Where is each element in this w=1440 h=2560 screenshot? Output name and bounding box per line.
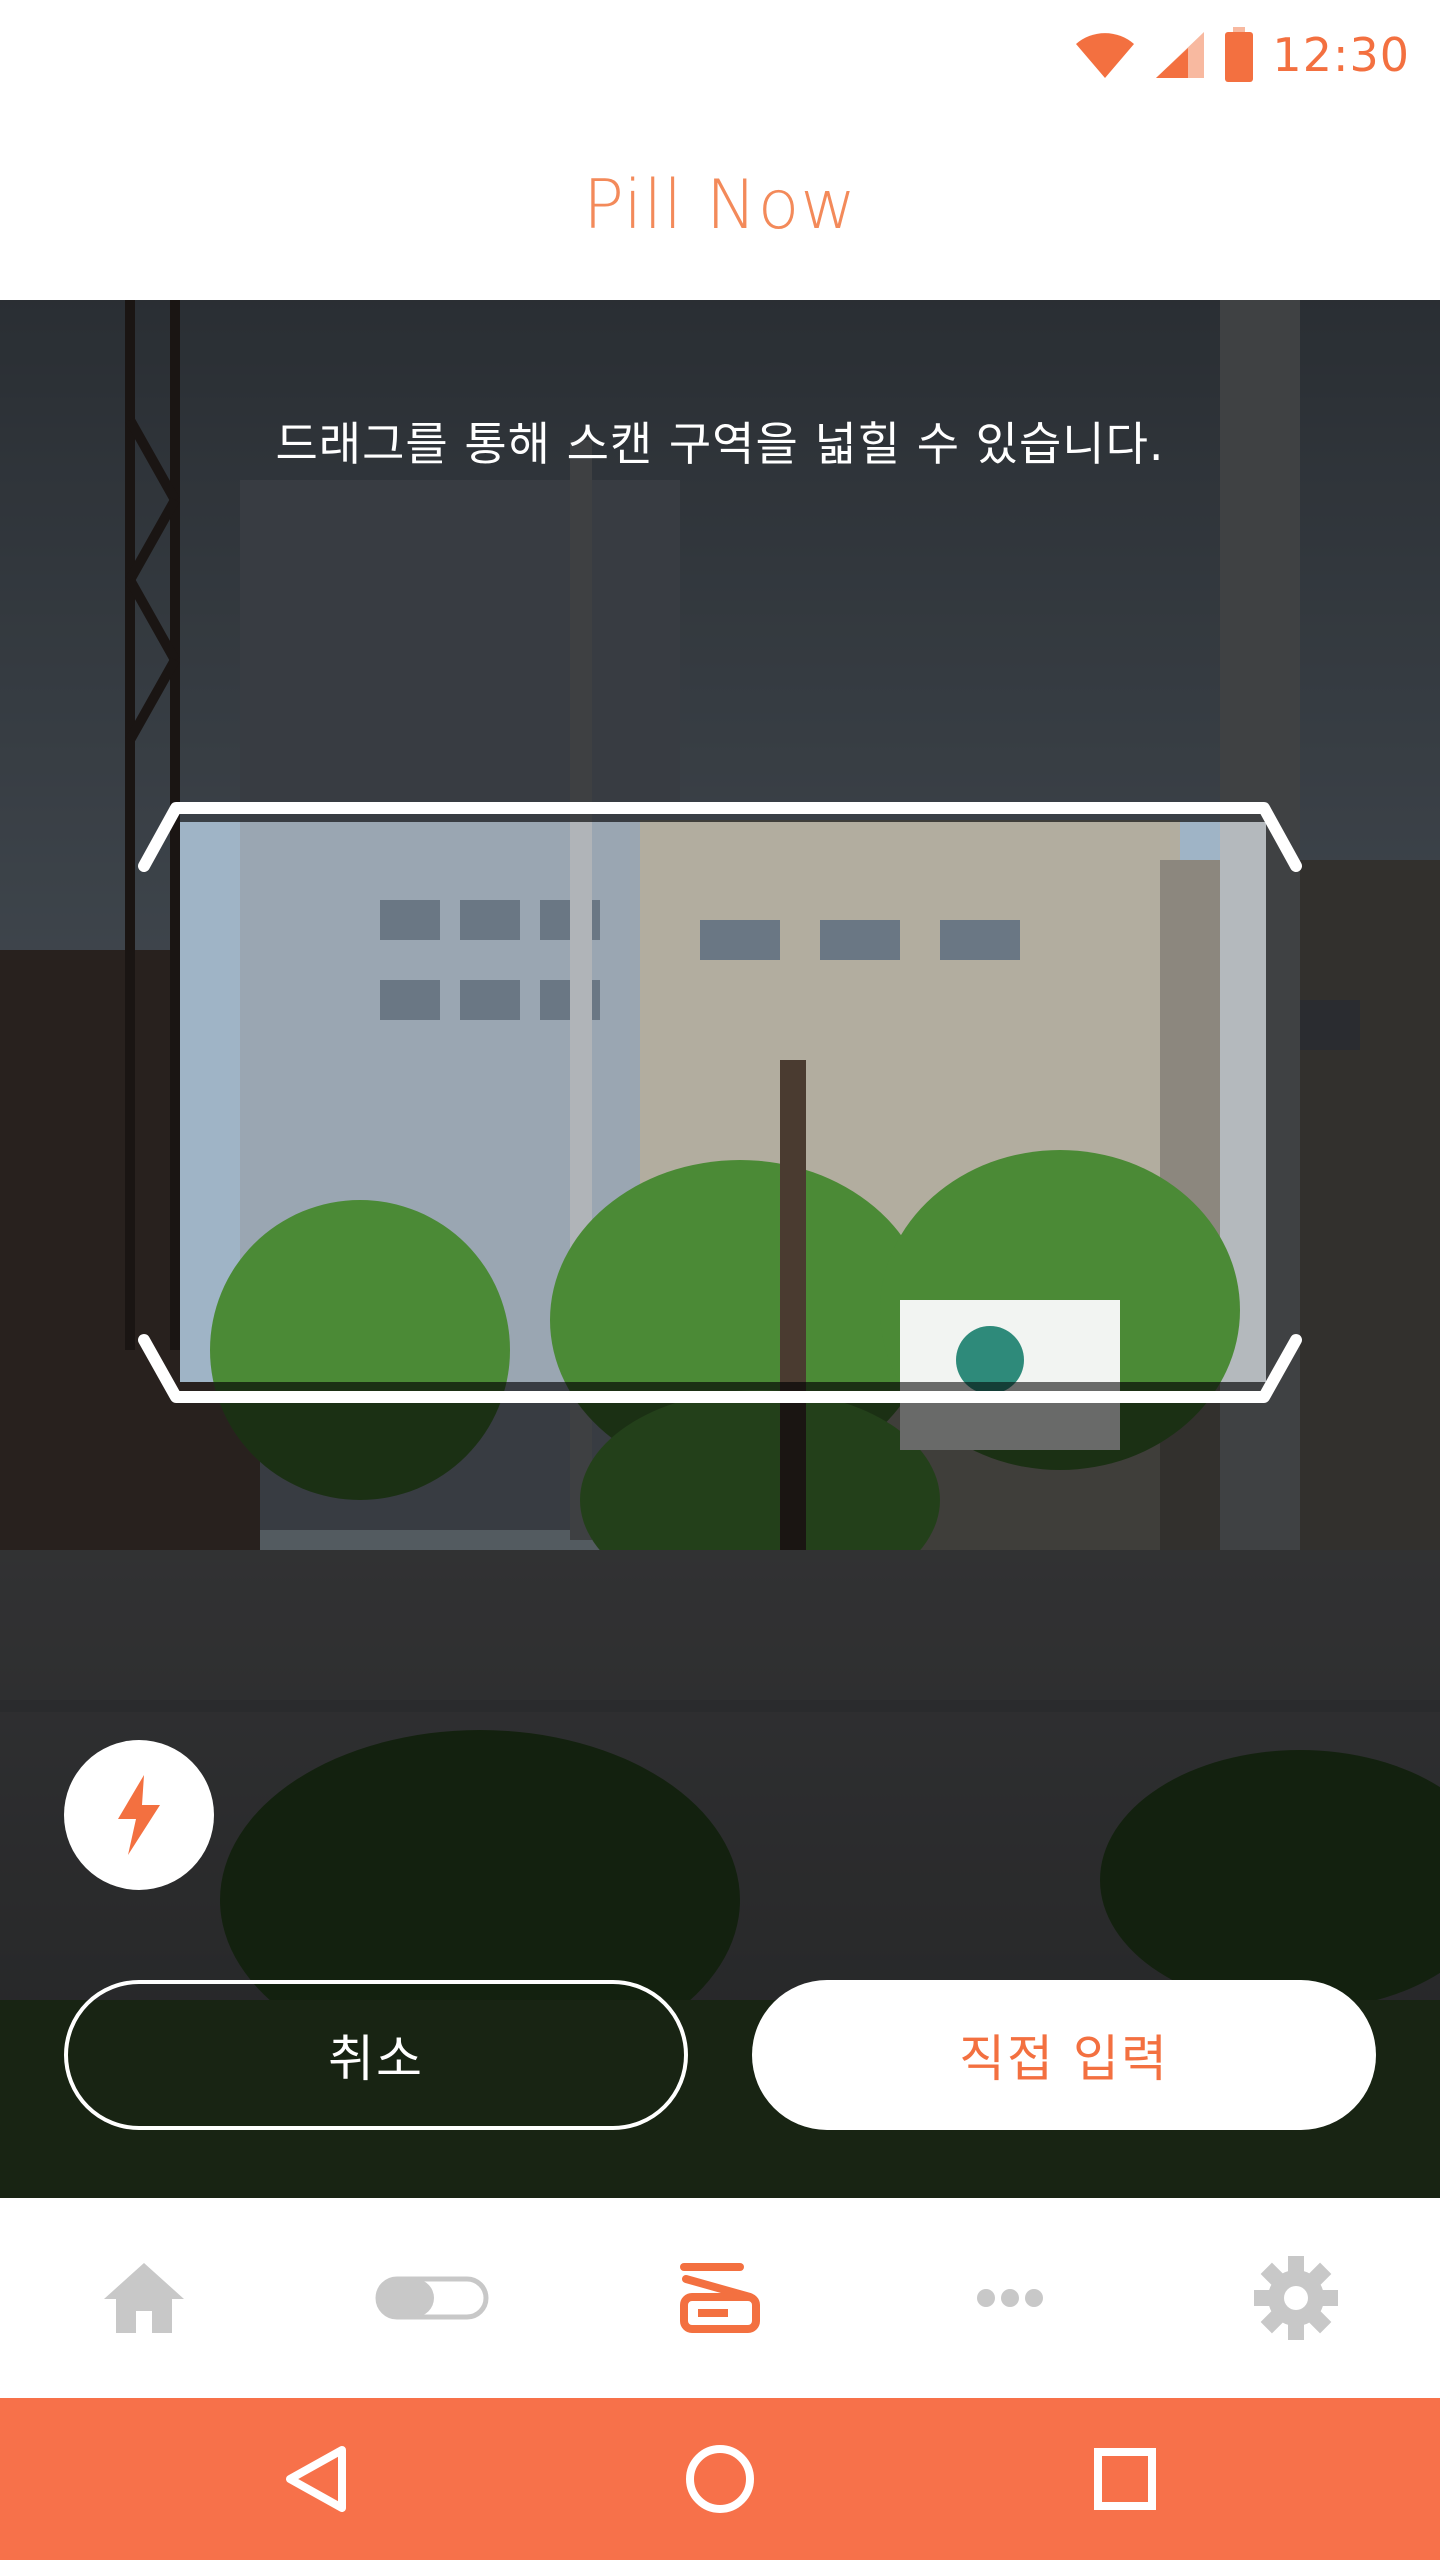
toggle-icon [375, 2276, 489, 2320]
tab-home[interactable] [84, 2238, 204, 2358]
status-icons: 12:30 [1074, 20, 1410, 90]
scan-frame[interactable] [130, 800, 1310, 1405]
nav-home-button[interactable] [675, 2434, 765, 2524]
nav-back-button[interactable] [270, 2434, 360, 2524]
wifi-icon [1076, 33, 1135, 78]
status-time: 12:30 [1272, 28, 1410, 82]
scan-hint: 드래그를 통해 스캔 구역을 넓힐 수 있습니다. [275, 417, 1165, 471]
battery-icon [1225, 27, 1254, 82]
home-icon [104, 2263, 184, 2333]
camera-preview[interactable]: 드래그를 통해 스캔 구역을 넓힐 수 있습니다. 취소 직접 입력 [0, 300, 1440, 2198]
more-icon [977, 2289, 1043, 2307]
signal-icon [1156, 32, 1205, 78]
flash-icon [118, 1775, 160, 1855]
tab-toggle[interactable] [372, 2238, 492, 2358]
home-circle-icon [686, 2445, 754, 2513]
tab-scan[interactable] [660, 2238, 780, 2358]
gear-icon [1254, 2256, 1338, 2340]
nav-recents-button[interactable] [1080, 2434, 1170, 2524]
cancel-button[interactable]: 취소 [64, 1980, 688, 2130]
tab-settings[interactable] [1236, 2238, 1356, 2358]
flash-button[interactable] [64, 1740, 214, 1890]
tab-bar [0, 2198, 1440, 2398]
app-title: Pill Now [583, 165, 857, 245]
scanner-icon [680, 2263, 760, 2333]
tab-more[interactable] [950, 2238, 1070, 2358]
status-bar: 12:30 [0, 0, 1440, 110]
manual-input-button[interactable]: 직접 입력 [752, 1980, 1376, 2130]
system-nav-bar [0, 2398, 1440, 2560]
app-bar: Pill Now [0, 110, 1440, 300]
recents-icon [1094, 2448, 1156, 2510]
back-icon [286, 2446, 346, 2512]
